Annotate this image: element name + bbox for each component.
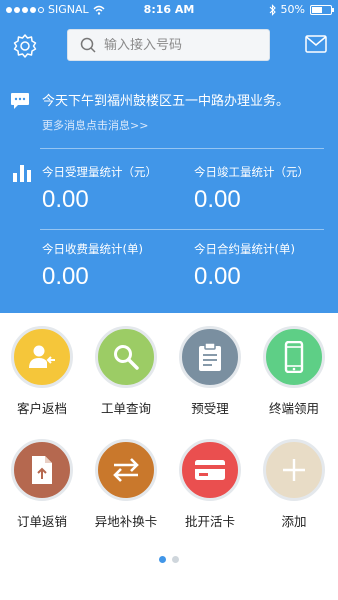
document-return-icon [11, 439, 73, 501]
gear-icon [13, 34, 37, 58]
search-input[interactable] [104, 37, 264, 53]
grid-item-label: 终端领用 [268, 401, 319, 416]
grid-item-pre-accept[interactable]: 预受理 [168, 326, 252, 417]
status-bar: SIGNAL 8:16 AM 50% [0, 0, 338, 20]
page-dot[interactable] [172, 556, 179, 563]
grid-item-batch-activate[interactable]: 批开活卡 [168, 439, 252, 530]
search-icon [95, 326, 157, 388]
messages-button[interactable] [305, 35, 327, 53]
phone-icon [263, 326, 325, 388]
battery-icon [310, 4, 334, 15]
stat-contract: 今日合约量统计(单) 0.00 [194, 241, 295, 291]
mail-icon [305, 35, 327, 53]
stat-label: 今日竣工量统计（元） [194, 165, 309, 179]
plus-icon [263, 439, 325, 501]
top-bar [0, 26, 338, 66]
grid-item-customer-return[interactable]: 客户返档 [0, 326, 84, 417]
grid-item-label: 异地补换卡 [94, 514, 158, 529]
stat-value: 0.00 [42, 186, 89, 213]
stat-label: 今日受理量统计（元） [42, 165, 157, 179]
search-box [67, 29, 270, 61]
clipboard-icon [179, 326, 241, 388]
card-icon [179, 439, 241, 501]
grid-item-label: 订单返销 [16, 514, 67, 529]
grid-item-order-reversal[interactable]: 订单返销 [0, 439, 84, 530]
stat-label: 今日合约量统计(单) [194, 242, 295, 256]
stat-value: 0.00 [194, 186, 241, 213]
stat-value: 0.00 [42, 263, 89, 290]
bluetooth-icon [269, 3, 276, 16]
grid-item-card-exchange[interactable]: 异地补换卡 [84, 439, 168, 530]
stat-accepted: 今日受理量统计（元） 0.00 [42, 164, 157, 214]
chat-bubble-icon [11, 93, 29, 109]
settings-button[interactable] [12, 33, 38, 59]
bar-chart-icon [13, 165, 31, 182]
divider [40, 229, 324, 230]
exchange-icon [95, 439, 157, 501]
page-dot[interactable] [159, 556, 166, 563]
grid-item-label: 添加 [281, 514, 307, 529]
grid-item-order-query[interactable]: 工单查询 [84, 326, 168, 417]
grid-item-label: 批开活卡 [184, 514, 235, 529]
search-icon [80, 37, 96, 53]
stat-value: 0.00 [194, 263, 241, 290]
notice-text: 今天下午到福州鼓楼区五一中路办理业务。 [42, 94, 290, 109]
customer-return-icon [11, 326, 73, 388]
grid-item-label: 预受理 [191, 401, 229, 416]
stat-charged: 今日收费量统计(单) 0.00 [42, 241, 143, 291]
more-messages-link[interactable]: 更多消息点击消息>> [42, 117, 148, 133]
stat-completed: 今日竣工量统计（元） 0.00 [194, 164, 309, 214]
grid-item-label: 工单查询 [100, 401, 151, 416]
page-indicator[interactable] [0, 556, 338, 563]
grid-item-terminal-use[interactable]: 终端领用 [252, 326, 336, 417]
battery-percent: 50% [280, 3, 305, 16]
grid-item-label: 客户返档 [16, 401, 67, 416]
stat-label: 今日收费量统计(单) [42, 242, 143, 256]
header-panel: SIGNAL 8:16 AM 50% 输入接入号码 今天下午到福州鼓楼区五一中路… [0, 0, 338, 313]
grid-item-add[interactable]: 添加 [252, 439, 336, 530]
divider [40, 148, 324, 149]
